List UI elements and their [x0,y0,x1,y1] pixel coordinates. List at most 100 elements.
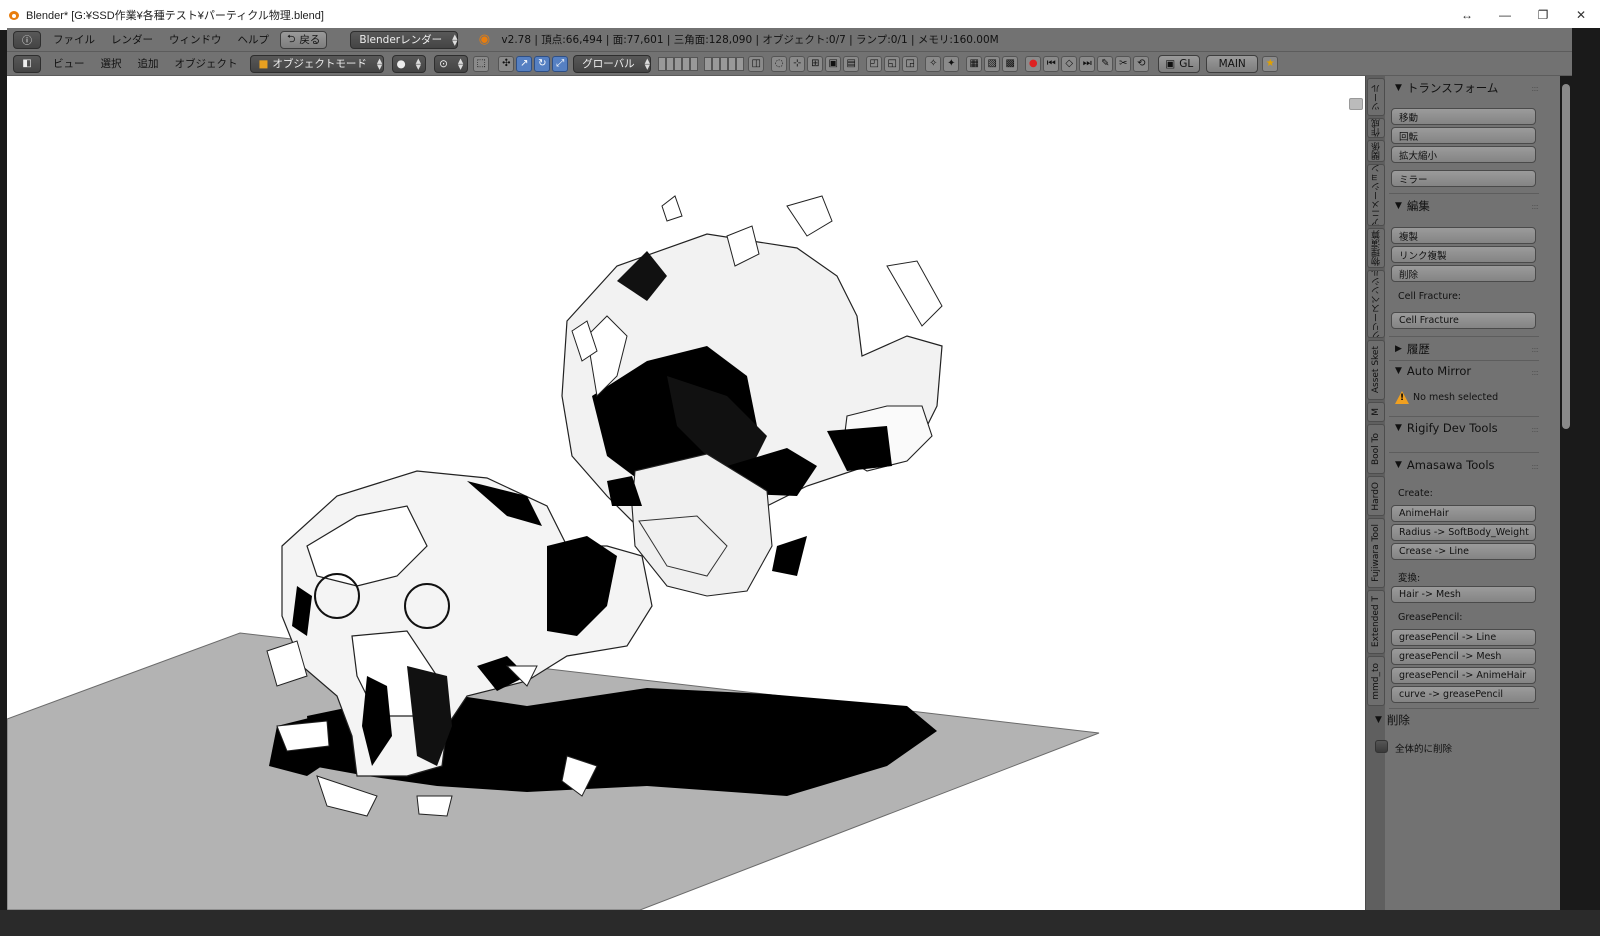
menu-window[interactable]: ウィンドウ [161,32,230,47]
resize-icon[interactable]: ↔ [1448,0,1486,30]
duplicate-linked-button[interactable]: リンク複製 [1391,246,1536,263]
drag-handle-icon[interactable]: :::: [1531,462,1539,471]
panel-header-auto-mirror[interactable]: ▼ Auto Mirror [1395,364,1471,378]
drag-handle-icon[interactable]: :::: [1531,84,1539,93]
shading-select[interactable]: ● ▲ ▼ [391,54,427,73]
expanded-triangle-icon: ▼ [1395,83,1402,93]
pose-icon[interactable]: ✎ [1097,55,1114,72]
star-icon[interactable]: ★ [1262,55,1279,72]
scissors-icon[interactable]: ✂ [1115,55,1132,72]
record-icon[interactable]: ● [1025,55,1042,72]
drag-handle-icon[interactable]: :::: [1531,202,1539,211]
crease-line-button[interactable]: Crease -> Line [1391,543,1536,560]
translate-button[interactable]: 移動 [1391,108,1536,125]
panel-header-transform[interactable]: ▼ トランスフォーム [1395,80,1498,96]
pivot-select[interactable]: ⊙ ▲ ▼ [434,54,469,73]
scale-manipulator-icon[interactable]: ⤢ [552,55,569,72]
snap-target-icon[interactable]: ⊞ [807,55,824,72]
viewport-corner-widget[interactable] [1349,98,1363,110]
manipulator-icon[interactable]: ✣ [498,55,515,72]
tab-grease-pencil[interactable]: グリースペンシル [1367,270,1385,338]
radius-softbody-weight-button[interactable]: Radius -> SoftBody_Weight [1391,524,1536,541]
tab-asset-sket[interactable]: Asset Sket [1367,340,1385,400]
jump-end-icon[interactable]: ⏭ [1079,55,1096,72]
delete-button[interactable]: 削除 [1391,265,1536,282]
keying-time-icon[interactable]: ▩ [1002,55,1019,72]
collapsed-triangle-icon: ▶ [1395,344,1402,354]
tab-mmd-tools[interactable]: mmd_to [1367,656,1385,706]
grease-pencil-animehair-button[interactable]: greasePencil -> AnimeHair [1391,667,1536,684]
hair-mesh-button[interactable]: Hair -> Mesh [1391,586,1536,603]
tab-animation[interactable]: アニメーション [1367,164,1385,226]
tab-m[interactable]: M [1367,402,1385,422]
layer-lock-icon[interactable]: ◫ [748,55,765,72]
tab-fujiwara-tool[interactable]: Fujiwara Tool [1367,518,1385,588]
back-button[interactable]: ⮌ 戻る [280,30,328,49]
close-button[interactable]: ✕ [1562,0,1600,30]
editor-type-info-button[interactable]: ⓘ [13,30,41,49]
menu-select[interactable]: 選択 [93,56,130,71]
view-ortho-icon[interactable]: ◲ [902,55,919,72]
drag-handle-icon[interactable]: :::: [1531,368,1539,377]
tab-tools[interactable]: ツール [1367,78,1385,116]
render-engine-select[interactable]: Blenderレンダー ▲ ▼ [350,30,459,49]
camera-render-icon[interactable]: ▣ [825,55,842,72]
sync-icon[interactable]: ⟲ [1133,55,1150,72]
view-persp-icon[interactable]: ◱ [884,55,901,72]
editor-type-3dview-button[interactable]: ◧ [13,54,41,73]
translate-manipulator-icon[interactable]: ↗ [516,55,533,72]
panel-separator [1389,452,1539,453]
scale-button[interactable]: 拡大縮小 [1391,146,1536,163]
grease-pencil-mesh-button[interactable]: greasePencil -> Mesh [1391,648,1536,665]
menu-render[interactable]: レンダー [103,32,161,47]
layer-buttons-a[interactable] [658,56,699,71]
menu-object[interactable]: オブジェクト [167,56,246,71]
duplicate-button[interactable]: 複製 [1391,227,1536,244]
anime-hair-button[interactable]: AnimeHair [1391,505,1536,522]
layer-buttons-b[interactable] [704,56,745,71]
rotate-manipulator-icon[interactable]: ↻ [534,55,551,72]
global-delete-checkbox[interactable] [1375,740,1388,753]
menu-help[interactable]: ヘルプ [230,32,278,47]
jump-start-icon[interactable]: ⏮ [1043,55,1060,72]
pivot-center-icon[interactable]: ✦ [943,55,960,72]
drag-handle-icon[interactable]: :::: [1531,425,1539,434]
opengl-render-button[interactable]: ▣ GL [1158,54,1201,73]
panel-header-edit[interactable]: ▼ 編集 [1395,198,1430,214]
view-select-icon[interactable]: ◰ [866,55,883,72]
minimize-button[interactable]: — [1486,0,1524,30]
proportional-edit-icon[interactable]: ◌ [771,55,788,72]
keyframe-icon[interactable]: ◇ [1061,55,1078,72]
cell-fracture-button[interactable]: Cell Fracture [1391,312,1536,329]
grease-pencil-line-button[interactable]: greasePencil -> Line [1391,629,1536,646]
menu-file[interactable]: ファイル [45,32,103,47]
tab-extended-tools[interactable]: Extended T [1367,590,1385,654]
tab-physics[interactable]: 物理演算 [1367,228,1385,268]
maximize-button[interactable]: ❐ [1524,0,1562,30]
mode-select[interactable]: ■ オブジェクトモード ▲ ▼ [249,54,384,73]
3d-viewport[interactable] [7,76,1365,910]
menu-add[interactable]: 追加 [130,56,167,71]
snap-element-icon[interactable]: ⊹ [789,55,806,72]
menu-view[interactable]: ビュー [45,56,93,71]
drag-handle-icon[interactable]: :::: [1531,345,1539,354]
panel-header-rigify[interactable]: ▼ Rigify Dev Tools [1395,421,1498,435]
tab-bool-tool[interactable]: Bool To [1367,424,1385,474]
panel-header-delete[interactable]: ▼ 削除 [1375,712,1410,728]
tab-create[interactable]: 作成 [1367,118,1385,138]
tab-relations[interactable]: 関係 [1367,140,1385,162]
tab-hardops[interactable]: HardO [1367,476,1385,516]
occlude-icon[interactable]: ⬚ [473,55,490,72]
layer-name-button[interactable]: MAIN [1206,54,1259,73]
pivot-point-icon[interactable]: ✧ [925,55,942,72]
anim-render-icon[interactable]: ▤ [843,55,860,72]
mirror-button[interactable]: ミラー [1391,170,1536,187]
panel-header-amasawa-tools[interactable]: ▼ Amasawa Tools [1395,458,1495,472]
orientation-select[interactable]: グローバル ▲ ▼ [573,54,652,73]
keying-grid-icon[interactable]: ▦ [966,55,983,72]
panel-scrollbar[interactable] [1562,84,1570,429]
curve-grease-pencil-button[interactable]: curve -> greasePencil [1391,686,1536,703]
rotate-button[interactable]: 回転 [1391,127,1536,144]
keying-set-icon[interactable]: ▧ [984,55,1001,72]
panel-header-history[interactable]: ▶ 履歴 [1395,341,1430,357]
